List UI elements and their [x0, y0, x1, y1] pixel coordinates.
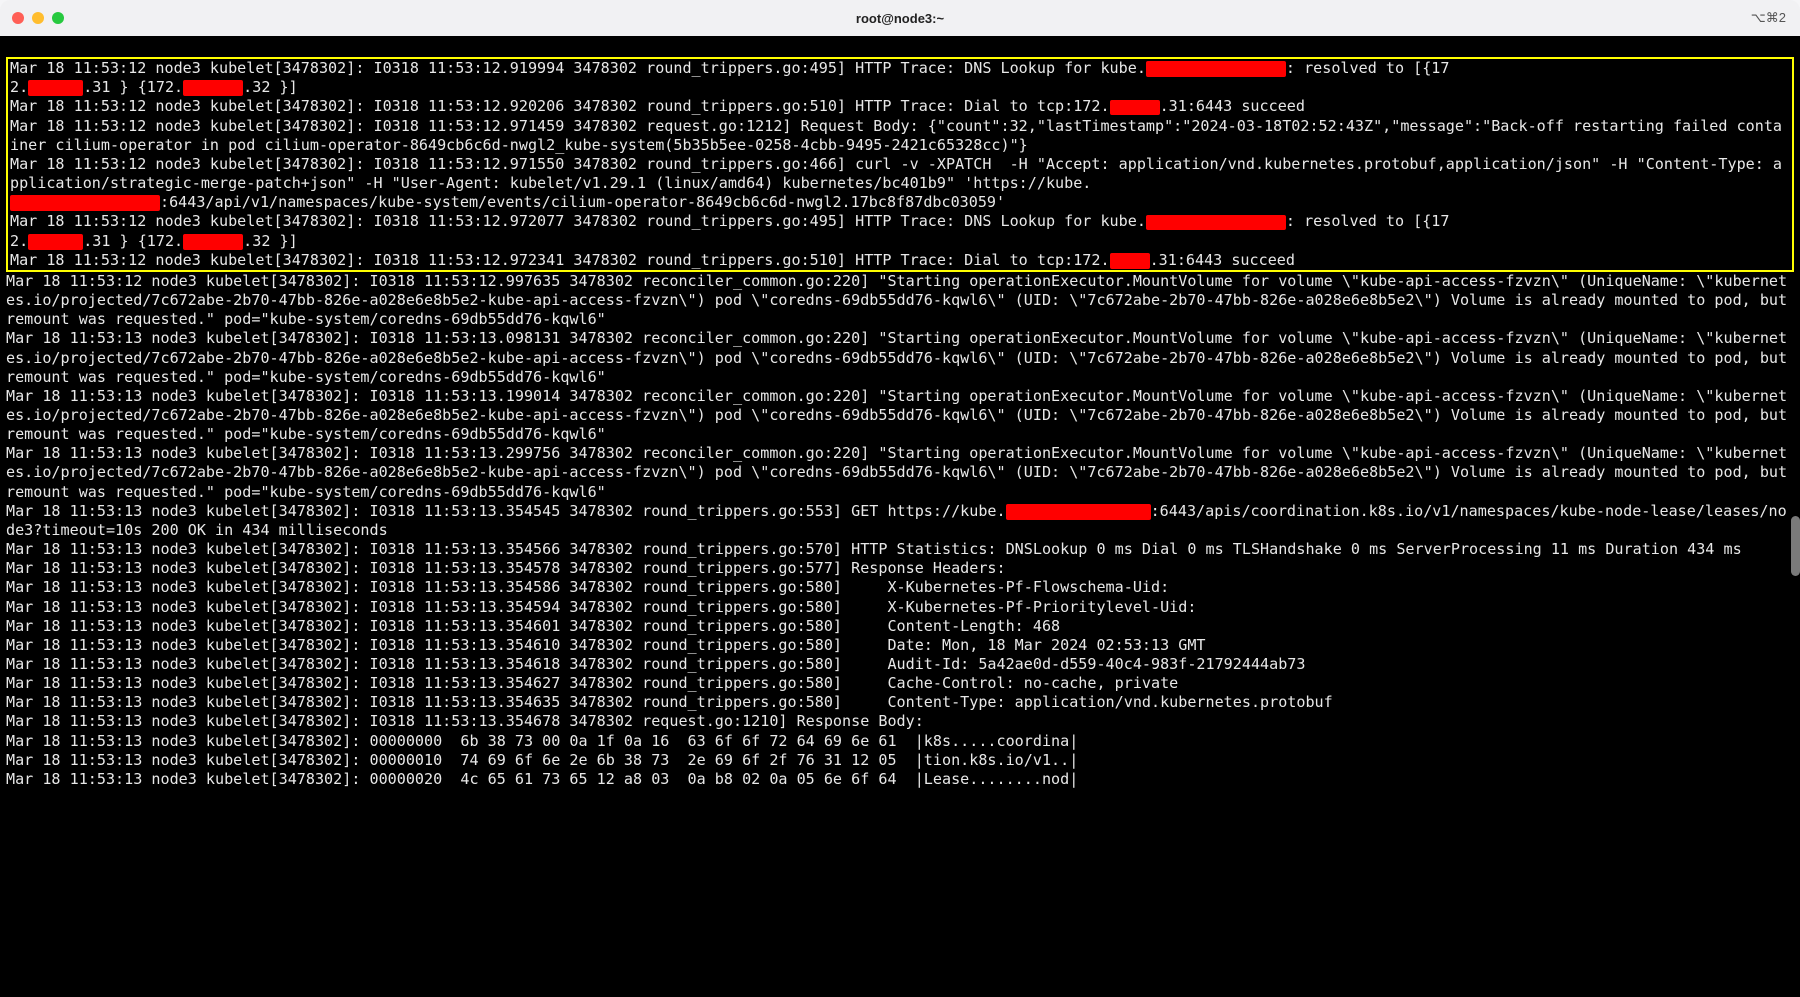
log-line: Mar 18 11:53:13 node3 kubelet[3478302]: …: [6, 617, 1060, 635]
redacted-ip: [183, 234, 243, 250]
log-line: Mar 18 11:53:13 node3 kubelet[3478302]: …: [6, 751, 1078, 769]
redacted-ip: [183, 80, 243, 96]
log-line: Mar 18 11:53:12 node3 kubelet[3478302]: …: [10, 251, 1110, 269]
redacted-hostname: [1146, 61, 1286, 77]
log-line: Mar 18 11:53:13 node3 kubelet[3478302]: …: [6, 674, 1178, 692]
log-line: .32 }]: [243, 78, 298, 96]
log-line: Mar 18 11:53:13 node3 kubelet[3478302]: …: [6, 712, 924, 730]
log-line: Mar 18 11:53:12 node3 kubelet[3478302]: …: [10, 117, 1782, 154]
log-line: 2.: [10, 78, 28, 96]
log-line: Mar 18 11:53:12 node3 kubelet[3478302]: …: [10, 155, 1782, 192]
window-titlebar: root@node3:~ ⌥⌘2: [0, 0, 1800, 36]
scrollbar-thumb[interactable]: [1791, 516, 1800, 576]
log-line: Mar 18 11:53:13 node3 kubelet[3478302]: …: [6, 559, 1006, 577]
redacted-hostname: [1146, 215, 1286, 231]
redacted-ip: [1110, 100, 1160, 116]
log-line: Mar 18 11:53:13 node3 kubelet[3478302]: …: [6, 693, 1333, 711]
window-title: root@node3:~: [0, 11, 1800, 26]
log-line: .31 } {172.: [83, 78, 183, 96]
log-line: Mar 18 11:53:12 node3 kubelet[3478302]: …: [10, 97, 1110, 115]
redacted-ip: [28, 234, 83, 250]
redacted-hostname: [10, 195, 160, 211]
redacted-ip: [1110, 253, 1150, 269]
log-line: Mar 18 11:53:13 node3 kubelet[3478302]: …: [6, 598, 1196, 616]
log-line: Mar 18 11:53:13 node3 kubelet[3478302]: …: [6, 540, 1742, 558]
log-line: .32 }]: [243, 232, 298, 250]
log-line: Mar 18 11:53:13 node3 kubelet[3478302]: …: [6, 578, 1169, 596]
log-line: : resolved to [{17: [1286, 212, 1450, 230]
log-line: Mar 18 11:53:13 node3 kubelet[3478302]: …: [6, 732, 1078, 750]
highlighted-region: Mar 18 11:53:12 node3 kubelet[3478302]: …: [6, 57, 1794, 272]
log-line: .31:6443 succeed: [1150, 251, 1295, 269]
log-line: Mar 18 11:53:13 node3 kubelet[3478302]: …: [6, 636, 1206, 654]
log-line: :6443/api/v1/namespaces/kube-system/even…: [160, 193, 1005, 211]
log-line: Mar 18 11:53:12 node3 kubelet[3478302]: …: [10, 59, 1146, 77]
log-line: Mar 18 11:53:13 node3 kubelet[3478302]: …: [6, 329, 1796, 385]
log-line: .31 } {172.: [83, 232, 183, 250]
window-shortcut-hint: ⌥⌘2: [1751, 10, 1786, 26]
terminal-output[interactable]: Mar 18 11:53:12 node3 kubelet[3478302]: …: [0, 36, 1800, 997]
redacted-hostname: [1006, 504, 1151, 520]
log-line: Mar 18 11:53:12 node3 kubelet[3478302]: …: [10, 212, 1146, 230]
log-line: Mar 18 11:53:13 node3 kubelet[3478302]: …: [6, 770, 1078, 788]
scrollbar-track[interactable]: [1788, 36, 1800, 997]
log-line: Mar 18 11:53:13 node3 kubelet[3478302]: …: [6, 502, 1006, 520]
log-line: : resolved to [{17: [1286, 59, 1450, 77]
redacted-ip: [28, 80, 83, 96]
log-line: Mar 18 11:53:13 node3 kubelet[3478302]: …: [6, 387, 1796, 443]
log-line: Mar 18 11:53:12 node3 kubelet[3478302]: …: [6, 272, 1796, 328]
log-line: Mar 18 11:53:13 node3 kubelet[3478302]: …: [6, 655, 1305, 673]
log-line: .31:6443 succeed: [1160, 97, 1305, 115]
log-line: Mar 18 11:53:13 node3 kubelet[3478302]: …: [6, 444, 1796, 500]
log-line: 2.: [10, 232, 28, 250]
